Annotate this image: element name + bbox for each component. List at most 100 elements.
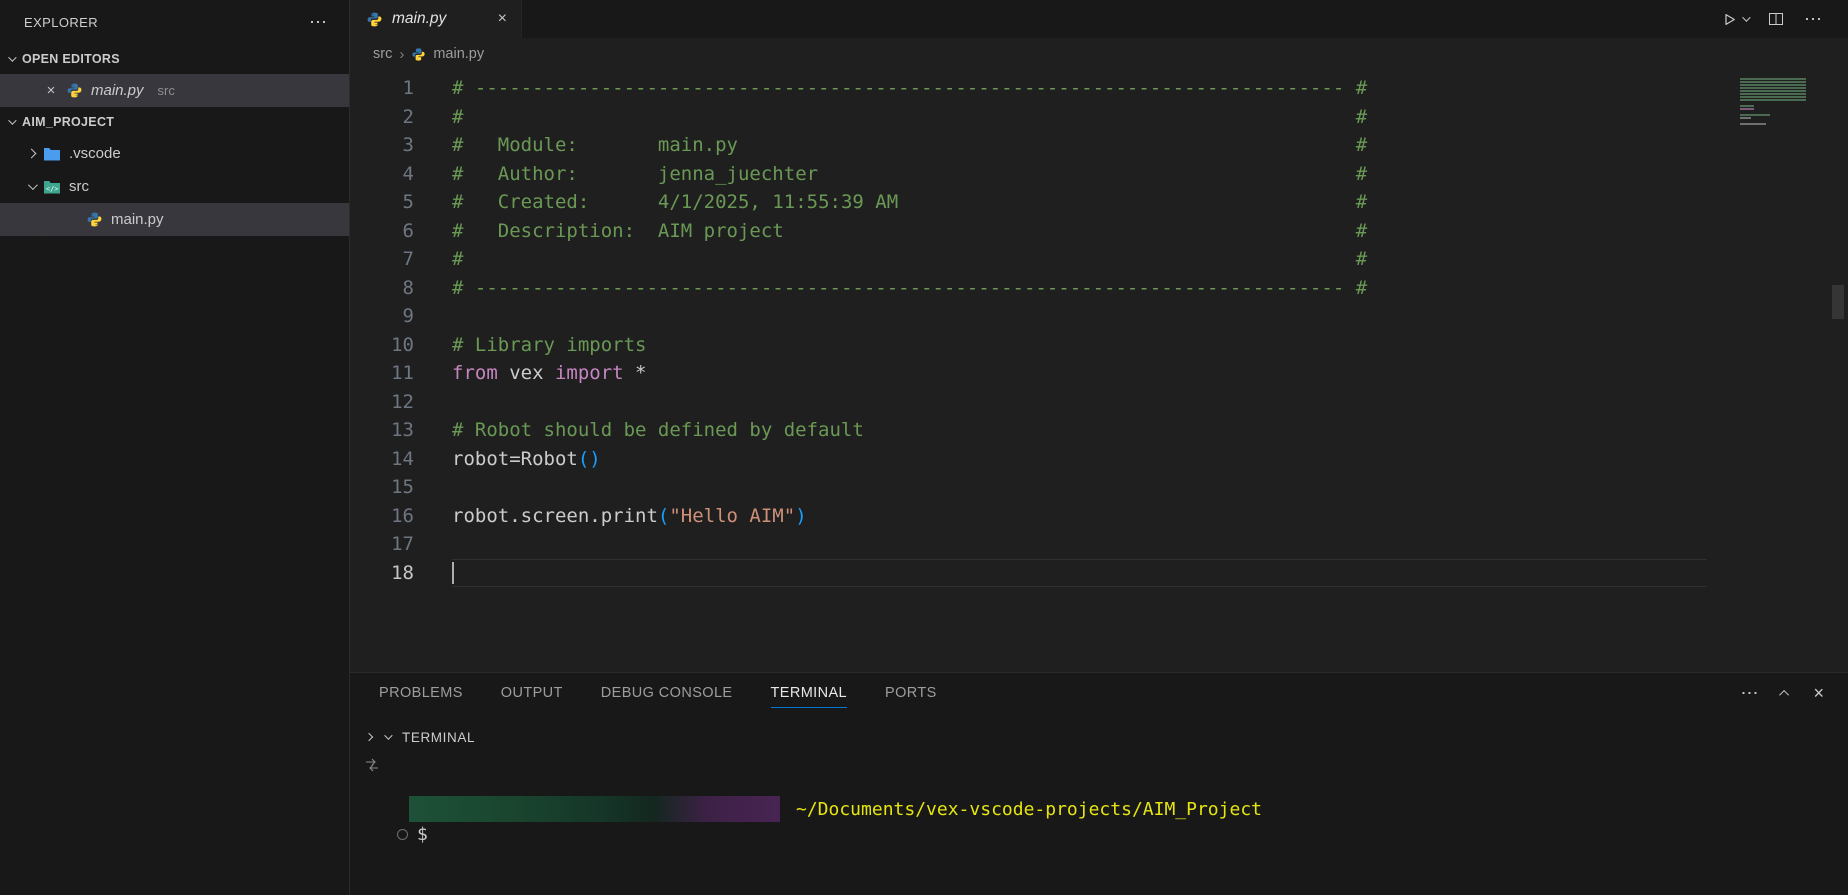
minimap[interactable]: [1740, 78, 1826, 131]
src-folder-icon: </>: [43, 180, 61, 194]
open-editor-file-label: main.py: [91, 82, 144, 99]
line-number: 11: [350, 359, 414, 388]
code-line[interactable]: 16robot.screen.print("Hello AIM"): [350, 502, 1848, 531]
code-line[interactable]: 17: [350, 530, 1848, 559]
editor-group: main.py × ⋯ src ›: [350, 0, 1848, 895]
code-line[interactable]: 15: [350, 473, 1848, 502]
code-editor[interactable]: 1# -------------------------------------…: [350, 70, 1848, 672]
minimap-line: [1740, 81, 1806, 83]
chevron-down-icon: [8, 53, 16, 61]
tab-output[interactable]: OUTPUT: [501, 685, 563, 701]
split-editor-icon[interactable]: [1768, 11, 1784, 27]
panel-tab-bar: PROBLEMS OUTPUT DEBUG CONSOLE TERMINAL P…: [350, 673, 1848, 713]
open-editor-item-main-py[interactable]: × main.py src: [0, 74, 349, 107]
tree-item-src[interactable]: </> src: [0, 170, 349, 203]
code-line[interactable]: 2# #: [350, 103, 1848, 132]
tree-item-label: main.py: [111, 211, 164, 228]
terminal-swap-icon[interactable]: [364, 757, 380, 773]
tree-indent-guide: [46, 204, 47, 236]
line-number: 8: [350, 274, 414, 303]
minimap-line: [1740, 99, 1806, 101]
python-file-icon: [411, 47, 426, 62]
run-button[interactable]: [1722, 12, 1748, 27]
terminal-prompt: $: [417, 824, 428, 845]
tree-item-label: .vscode: [69, 145, 121, 162]
chevron-right-icon[interactable]: [365, 733, 373, 741]
breadcrumb: src › main.py: [350, 38, 1848, 70]
open-editors-section-header[interactable]: OPEN EDITORS: [0, 44, 349, 74]
editor-tab-bar: main.py × ⋯: [350, 0, 1848, 38]
command-decoration-circle-icon[interactable]: [397, 829, 408, 840]
code-line[interactable]: 6# Description: AIM project #: [350, 217, 1848, 246]
terminal-section-label: TERMINAL: [402, 730, 475, 745]
chevron-down-icon[interactable]: [1742, 13, 1750, 21]
terminal-section-header: TERMINAL: [350, 723, 1848, 751]
breadcrumb-file[interactable]: main.py: [433, 46, 484, 62]
code-line[interactable]: 7# #: [350, 245, 1848, 274]
terminal[interactable]: ~/Documents/vex-vscode-projects/AIM_Proj…: [350, 751, 1848, 895]
tab-problems[interactable]: PROBLEMS: [379, 685, 463, 701]
minimap-line: [1740, 84, 1806, 86]
code-lines: 1# -------------------------------------…: [350, 74, 1848, 587]
minimap-line: [1740, 93, 1806, 95]
terminal-input-line[interactable]: $: [397, 823, 428, 845]
editor-more-icon[interactable]: ⋯: [1804, 9, 1822, 30]
line-number: 2: [350, 103, 414, 132]
tab-terminal[interactable]: TERMINAL: [771, 685, 848, 701]
code-line[interactable]: 5# Created: 4/1/2025, 11:55:39 AM #: [350, 188, 1848, 217]
line-number: 17: [350, 530, 414, 559]
tab-main-py[interactable]: main.py ×: [350, 0, 522, 38]
code-line[interactable]: 11from vex import *: [350, 359, 1848, 388]
minimap-line: [1740, 105, 1754, 107]
code-line[interactable]: 13# Robot should be defined by default: [350, 416, 1848, 445]
explorer-more-icon[interactable]: ⋯: [309, 12, 327, 33]
tree-item-main-py[interactable]: main.py: [0, 203, 349, 236]
play-icon: [1722, 12, 1737, 27]
panel-close-icon[interactable]: ×: [1813, 683, 1824, 704]
minimap-line: [1740, 114, 1770, 116]
tab-close-icon[interactable]: ×: [498, 10, 507, 28]
chevron-down-icon: [28, 180, 38, 190]
code-line[interactable]: 4# Author: jenna_juechter #: [350, 160, 1848, 189]
code-line[interactable]: 3# Module: main.py #: [350, 131, 1848, 160]
line-number: 10: [350, 331, 414, 360]
chevron-down-icon[interactable]: [384, 731, 392, 739]
chevron-up-icon[interactable]: [1780, 689, 1790, 699]
terminal-cwd-path: ~/Documents/vex-vscode-projects/AIM_Proj…: [796, 799, 1262, 820]
minimap-line: [1740, 123, 1766, 125]
python-file-icon: [86, 211, 103, 228]
line-number: 15: [350, 473, 414, 502]
code-line[interactable]: 14robot=Robot(): [350, 445, 1848, 474]
line-number: 16: [350, 502, 414, 531]
line-number: 1: [350, 74, 414, 103]
code-line[interactable]: 10# Library imports: [350, 331, 1848, 360]
code-line[interactable]: 12: [350, 388, 1848, 417]
code-line[interactable]: 8# -------------------------------------…: [350, 274, 1848, 303]
tree-item-label: src: [69, 178, 89, 195]
project-section-header[interactable]: AIM_PROJECT: [0, 107, 349, 137]
close-icon[interactable]: ×: [44, 82, 58, 99]
breadcrumb-folder[interactable]: src: [373, 46, 392, 62]
code-line[interactable]: 1# -------------------------------------…: [350, 74, 1848, 103]
code-line[interactable]: 9: [350, 302, 1848, 331]
panel-more-icon[interactable]: ⋯: [1740, 683, 1758, 704]
code-line[interactable]: 18: [350, 559, 1848, 588]
minimap-line: [1740, 87, 1806, 89]
tab-ports[interactable]: PORTS: [885, 685, 937, 701]
scrollbar-thumb[interactable]: [1832, 285, 1844, 319]
line-number: 4: [350, 160, 414, 189]
vscode-folder-icon: [43, 147, 61, 161]
explorer-header: EXPLORER ⋯: [0, 0, 349, 44]
open-editor-file-detail: src: [158, 83, 175, 98]
line-number: 6: [350, 217, 414, 246]
breadcrumb-separator: ›: [399, 46, 404, 63]
minimap-line: [1740, 90, 1806, 92]
terminal-banner-gradient: [409, 796, 780, 822]
tab-debug-console[interactable]: DEBUG CONSOLE: [601, 685, 733, 701]
panel-actions: ⋯ ×: [1740, 673, 1824, 713]
line-number: 13: [350, 416, 414, 445]
editor-actions: ⋯: [1722, 0, 1848, 38]
tab-label: main.py: [392, 10, 489, 28]
chevron-down-icon: [8, 116, 16, 124]
tree-item-vscode[interactable]: .vscode: [0, 137, 349, 170]
